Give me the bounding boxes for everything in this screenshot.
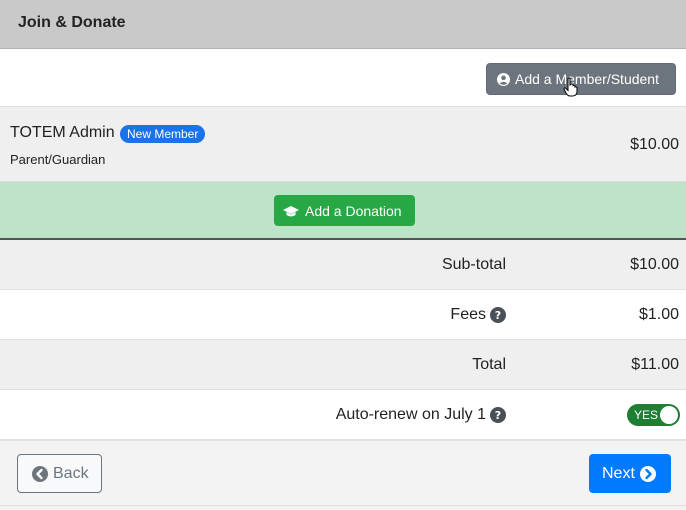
subtotal-row: Sub-total $10.00 — [0, 240, 686, 290]
member-role: Parent/Guardian — [10, 152, 106, 167]
page-title: Join & Donate — [18, 14, 126, 31]
add-member-row: Add a Member/Student — [0, 49, 686, 107]
hand-cursor-icon — [563, 77, 579, 97]
graduation-cap-icon — [283, 205, 299, 217]
auto-renew-label: Auto-renew on July 1 — [335, 406, 486, 423]
new-member-badge: New Member — [120, 125, 206, 143]
user-circle-icon — [497, 72, 510, 86]
question-circle-icon[interactable]: ? — [490, 307, 506, 323]
toggle-knob — [660, 406, 678, 424]
svg-text:?: ? — [495, 309, 501, 322]
total-row: Total $11.00 — [0, 340, 686, 390]
back-button[interactable]: Back — [17, 454, 102, 493]
fees-value: $1.00 — [638, 306, 679, 323]
back-label: Back — [53, 464, 89, 482]
fees-label: Fees — [450, 306, 486, 323]
footer-bar: Back Next — [0, 440, 686, 510]
toggle-state-label: YES — [634, 408, 659, 422]
add-donation-button[interactable]: Add a Donation — [274, 195, 415, 226]
donation-row: Add a Donation — [0, 182, 686, 240]
auto-renew-toggle[interactable]: YES — [627, 404, 680, 426]
auto-renew-row: Auto-renew on July 1 ? YES — [0, 390, 686, 440]
subtotal-label: Sub-total — [441, 256, 506, 273]
fees-row: Fees ? $1.00 — [0, 290, 686, 340]
member-name: TOTEM Admin — [10, 124, 115, 141]
arrow-circle-right-icon — [639, 465, 656, 482]
footer-divider — [0, 505, 686, 506]
auto-renew-label-group: Auto-renew on July 1 ? — [336, 406, 506, 424]
next-label: Next — [602, 464, 635, 482]
total-value: $11.00 — [631, 356, 679, 373]
subtotal-value: $10.00 — [630, 256, 679, 273]
add-donation-label: Add a Donation — [305, 202, 402, 219]
page-header: Join & Donate — [0, 0, 686, 49]
next-button[interactable]: Next — [589, 454, 671, 493]
svg-text:?: ? — [495, 409, 501, 422]
fees-label-group: Fees ? — [450, 306, 506, 324]
question-circle-icon[interactable]: ? — [490, 407, 506, 423]
member-price: $10.00 — [630, 136, 679, 153]
total-label: Total — [472, 356, 506, 373]
arrow-circle-left-icon — [32, 465, 48, 482]
add-member-label: Add a Member/Student — [515, 71, 659, 87]
member-row: TOTEM Admin New Member Parent/Guardian $… — [0, 107, 686, 182]
add-member-button[interactable]: Add a Member/Student — [486, 63, 676, 95]
